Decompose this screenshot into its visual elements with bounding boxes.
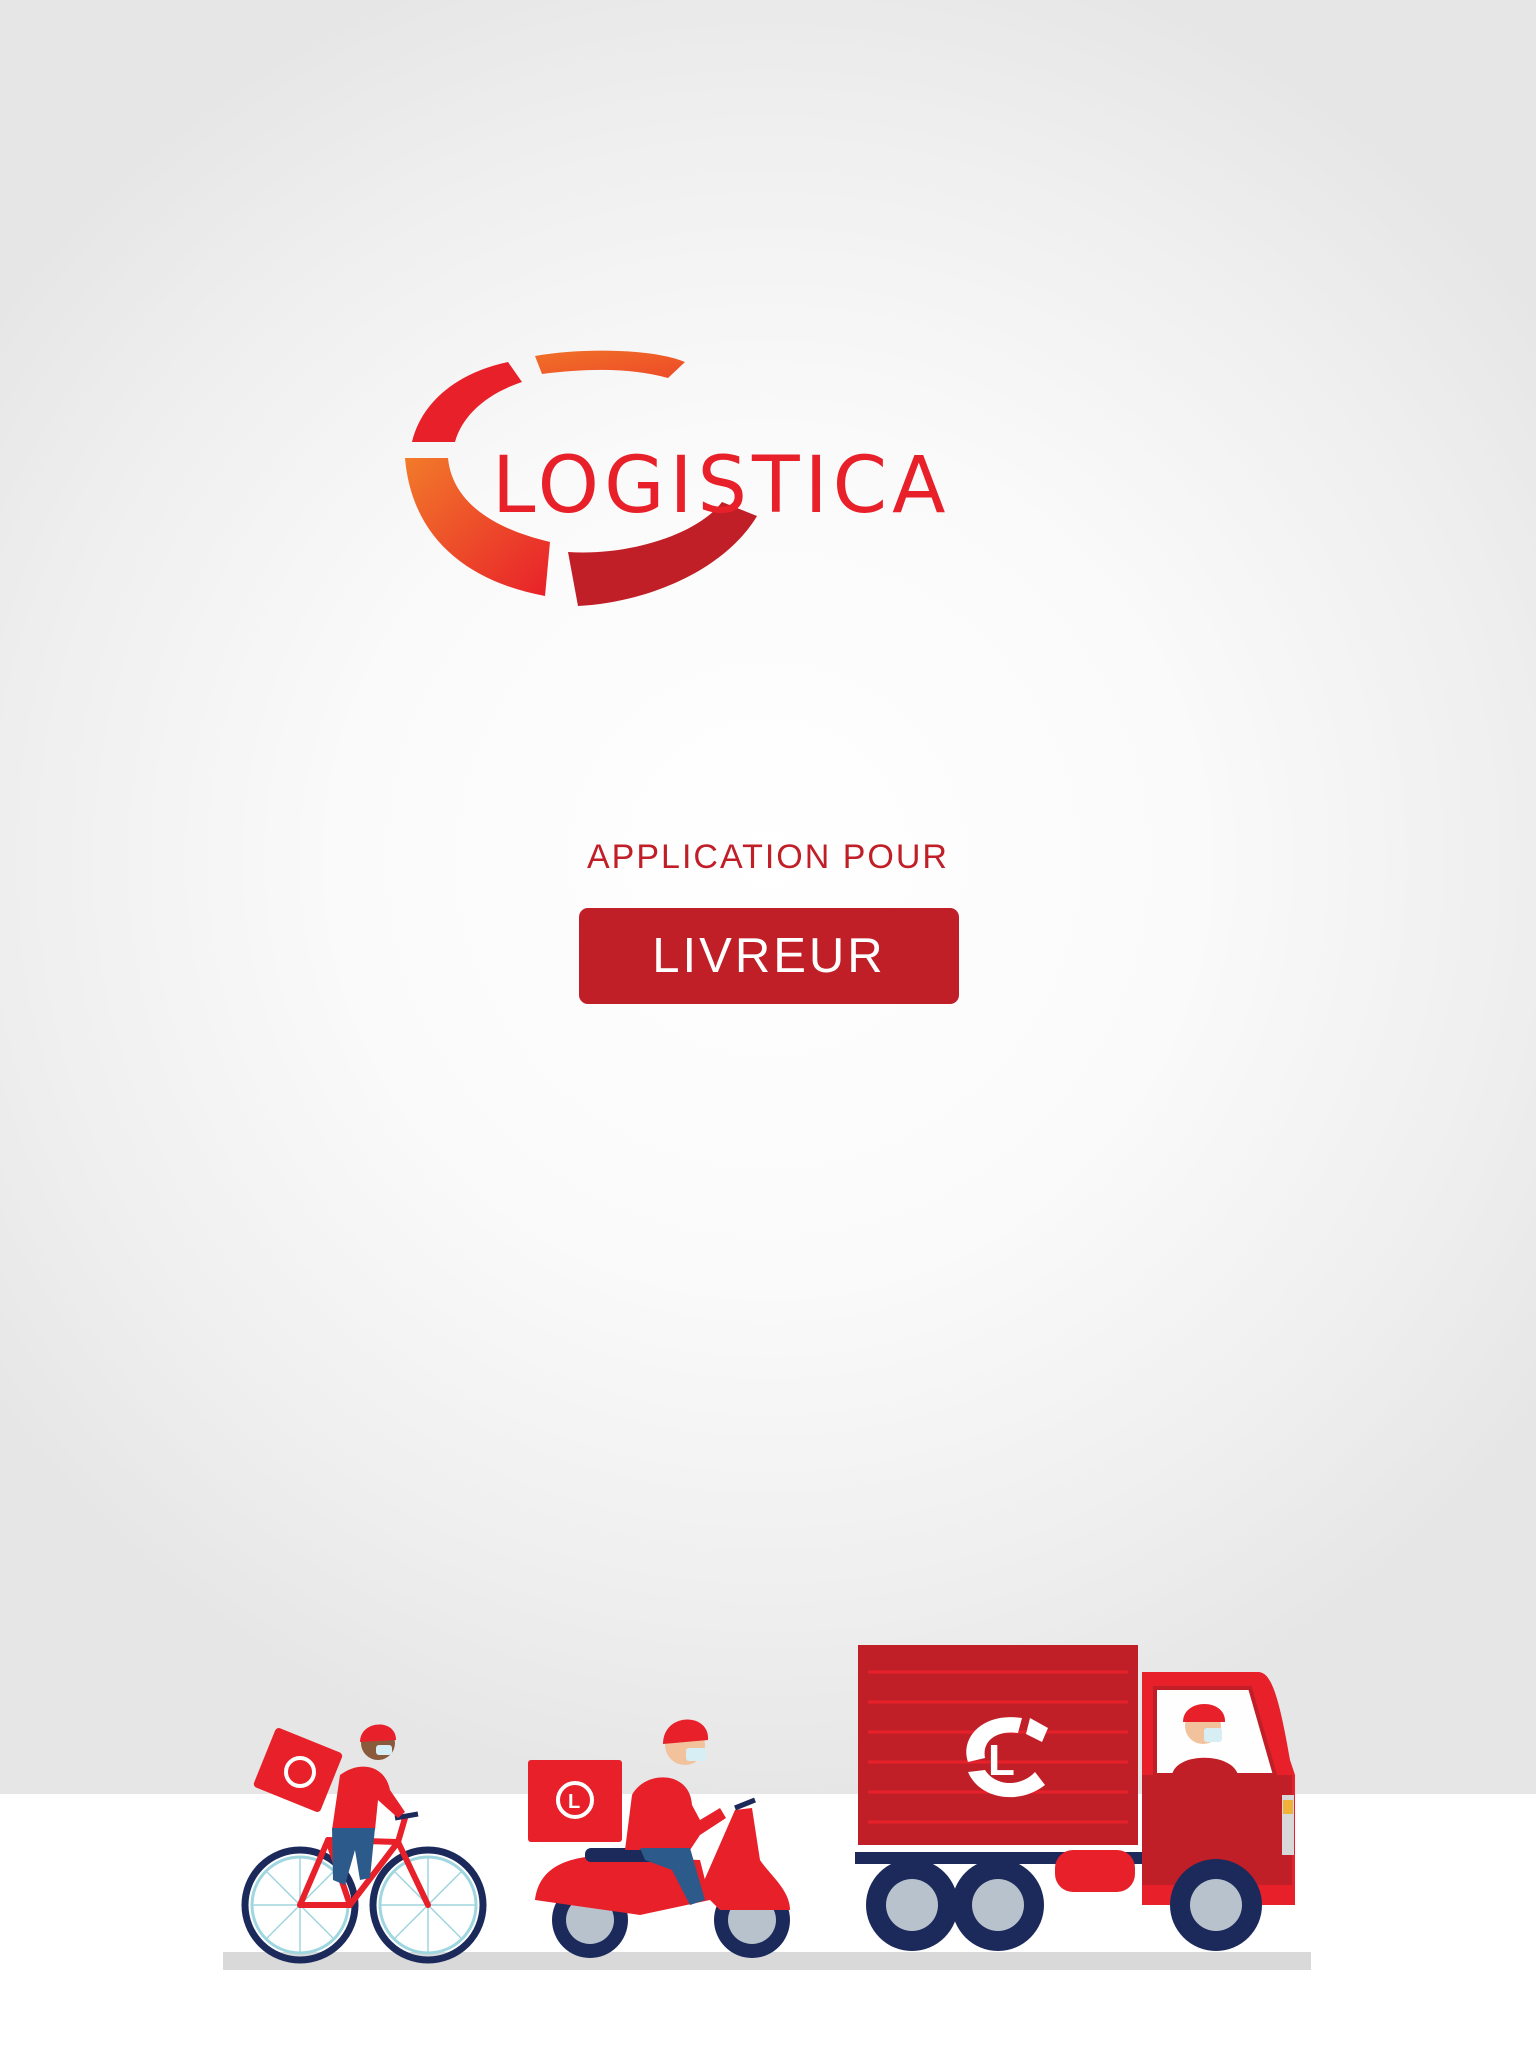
bicycle-courier-icon [241,1724,487,1964]
delivery-illustration: L L [241,1645,1295,1964]
svg-text:L: L [988,1736,1015,1785]
brand-logo: LOGISTICA [400,350,1140,610]
svg-text:L: L [568,1791,580,1813]
livreur-button[interactable]: LIVREUR [579,908,959,1004]
brand-name: LOGISTICA [492,441,951,531]
scooter-courier-icon: L [528,1719,790,1958]
delivery-truck-icon: L [855,1645,1295,1951]
app-subtitle: APPLICATION POUR [587,838,949,876]
